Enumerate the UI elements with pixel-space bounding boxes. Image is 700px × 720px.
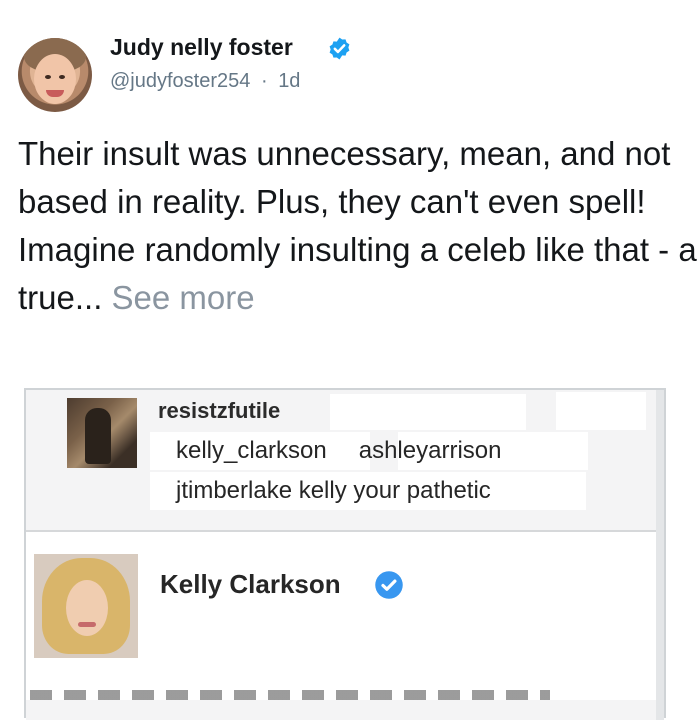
kelly-avatar-face [66,580,108,636]
redaction-box [330,394,526,430]
cut-off-reply-text [30,690,550,700]
avatar-eye [59,75,65,79]
verified-badge-icon [375,571,403,599]
mention-ashley: ashleyarrison [358,437,502,464]
author-handle-line: @judyfoster254 · 1d [110,70,300,93]
mention-kelly: kelly_clarkson [176,437,327,464]
tweet-text: Their insult was unnecessary, mean, and … [18,130,698,322]
commenter-avatar [67,398,137,468]
comment-mentions: kelly_clarkson ashleyarrison [176,437,501,465]
kelly-avatar-lip [78,622,96,627]
embedded-edge [656,390,664,720]
redaction-box [556,392,646,430]
reply-author-name: Kelly Clarkson [160,569,341,599]
comment-text: jtimberlake kelly your pathetic [176,477,491,504]
author-avatar[interactable] [18,38,92,112]
tweet-time[interactable]: 1d [278,70,300,92]
author-handle[interactable]: @judyfoster254 [110,70,250,92]
verified-badge-icon [329,37,350,60]
see-more-link[interactable]: See more [112,279,255,316]
commenter-avatar-figure [85,408,111,464]
author-name[interactable]: Judy nelly foster [110,34,293,61]
handle-separator: · [260,70,268,92]
avatar-eye [45,75,51,79]
commenter-username: resistzfutile [158,398,281,423]
kelly-avatar [34,554,138,658]
